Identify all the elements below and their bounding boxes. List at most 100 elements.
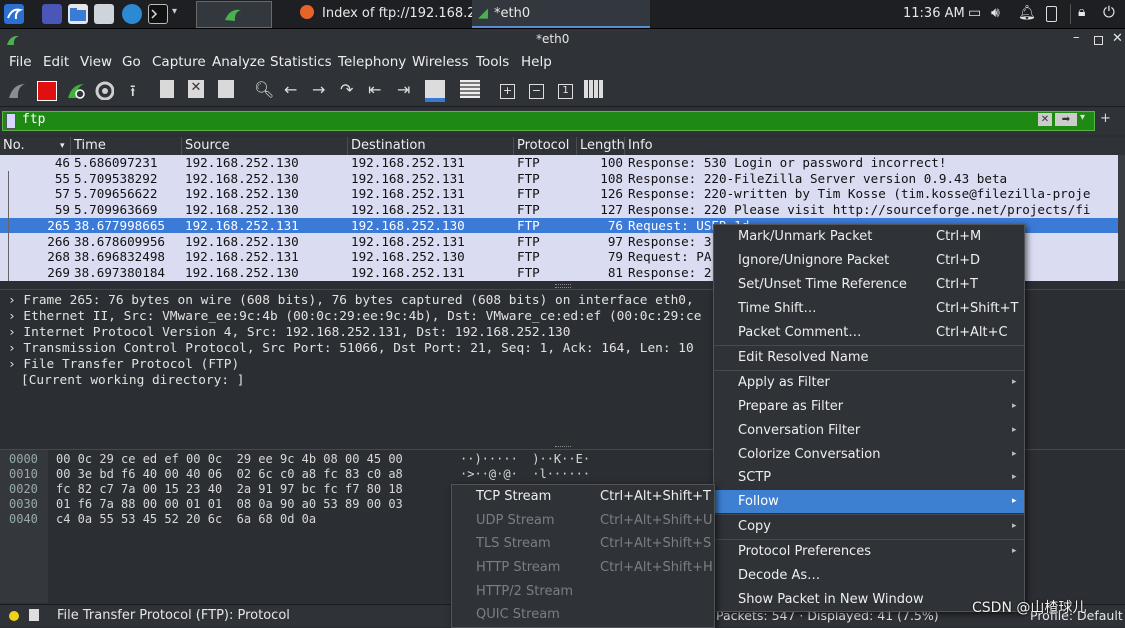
taskbar-task-wireshark[interactable]: ◢ *eth0: [472, 0, 650, 28]
display-icon[interactable]: ▭: [968, 5, 981, 21]
go-to-packet-icon[interactable]: ↷: [340, 80, 360, 100]
first-packet-icon[interactable]: ⇤: [368, 80, 388, 100]
menu-wireless[interactable]: Wireless: [412, 54, 469, 70]
hex-line[interactable]: 00 0c 29 ce ed ef 00 0c 29 ee 9c 4b 08 0…: [56, 452, 403, 467]
reload-file-icon[interactable]: [218, 80, 234, 98]
menu-item-ignore-packet[interactable]: Ignore/Unignore Packet Ctrl+D: [714, 249, 1024, 272]
restart-capture-icon[interactable]: [66, 80, 86, 100]
column-divider[interactable]: [576, 137, 577, 155]
hex-line[interactable]: 01 f6 7a 88 00 00 01 01 08 0a 90 a0 53 8…: [56, 497, 403, 512]
menu-telephony[interactable]: Telephony: [338, 54, 406, 70]
expand-arrow-icon[interactable]: ›: [8, 325, 23, 340]
menu-item-copy[interactable]: Copy ▸: [714, 515, 1024, 538]
menu-item-edit-resolved-name[interactable]: Edit Resolved Name: [714, 346, 1024, 369]
submenu-item-quic-stream[interactable]: QUIC Stream: [452, 603, 714, 626]
go-back-arrow-icon[interactable]: ←: [284, 80, 304, 100]
terminal-icon[interactable]: [148, 4, 168, 24]
detail-tree-item-ftp[interactable]: › File Transfer Protocol (FTP): [8, 357, 239, 373]
lock-icon[interactable]: 🔒︎: [1078, 4, 1085, 20]
packet-row[interactable]: 46 5.686097231 192.168.252.130 192.168.2…: [0, 155, 1118, 171]
capture-options-gear-icon[interactable]: [94, 80, 114, 100]
active-wireshark-launcher[interactable]: [196, 1, 272, 28]
packet-list-scrollbar[interactable]: [1118, 155, 1125, 281]
menu-item-packet-comment[interactable]: Packet Comment… Ctrl+Alt+C: [714, 321, 1024, 344]
file-manager-icon[interactable]: [68, 4, 88, 24]
column-header-time[interactable]: Time: [74, 138, 106, 153]
menu-go[interactable]: Go: [122, 54, 141, 70]
close-file-icon[interactable]: ✕: [188, 80, 204, 98]
minimize-icon[interactable]: –: [1073, 30, 1080, 45]
go-forward-arrow-icon[interactable]: →: [312, 80, 332, 100]
pane-splitter-handle[interactable]: [555, 284, 571, 288]
expand-arrow-icon[interactable]: ›: [8, 309, 23, 324]
packet-row[interactable]: 57 5.709656622 192.168.252.130 192.168.2…: [0, 186, 1118, 202]
capture-comment-icon[interactable]: [29, 609, 39, 621]
column-header-length[interactable]: Length: [580, 138, 625, 153]
zoom-in-icon[interactable]: +: [500, 84, 515, 99]
hex-line[interactable]: fc 82 c7 7a 00 15 23 40 2a 91 97 bc fc f…: [56, 482, 403, 497]
autoscroll-icon[interactable]: [425, 80, 445, 102]
menu-analyze[interactable]: Analyze: [212, 54, 265, 70]
column-header-destination[interactable]: Destination: [351, 138, 426, 153]
hex-line[interactable]: 00 3e bd f6 40 00 40 06 02 6c c0 a8 fc 8…: [56, 467, 403, 482]
menu-item-prepare-as-filter[interactable]: Prepare as Filter ▸: [714, 395, 1024, 418]
submenu-item-http2-stream[interactable]: HTTP/2 Stream: [452, 580, 714, 603]
menu-item-protocol-preferences[interactable]: Protocol Preferences ▸: [714, 540, 1024, 563]
detail-tree-item-tcp[interactable]: › Transmission Control Protocol, Src Por…: [8, 341, 694, 357]
submenu-item-http-stream[interactable]: HTTP Stream Ctrl+Alt+Shift+H: [452, 556, 714, 579]
column-divider[interactable]: [70, 137, 71, 155]
column-divider[interactable]: [624, 137, 625, 155]
display-filter-input[interactable]: [2, 111, 1095, 131]
clear-filter-icon[interactable]: ✕: [1038, 113, 1052, 126]
maximize-icon[interactable]: [1094, 36, 1103, 45]
text-editor-icon[interactable]: [94, 4, 114, 24]
open-file-icon[interactable]: ⭱: [130, 80, 150, 100]
packet-row[interactable]: 59 5.709963669 192.168.252.130 192.168.2…: [0, 202, 1118, 218]
browser-icon[interactable]: [122, 4, 142, 24]
menu-statistics[interactable]: Statistics: [270, 54, 332, 70]
expand-arrow-icon[interactable]: ›: [8, 341, 23, 356]
column-header-protocol[interactable]: Protocol: [517, 138, 569, 153]
column-header-no[interactable]: No.: [3, 138, 25, 153]
menu-edit[interactable]: Edit: [43, 54, 69, 70]
colorize-icon[interactable]: [460, 80, 480, 98]
column-divider[interactable]: [347, 137, 348, 155]
submenu-item-tls-stream[interactable]: TLS Stream Ctrl+Alt+Shift+S: [452, 532, 714, 555]
zoom-out-icon[interactable]: −: [529, 84, 544, 99]
column-header-source[interactable]: Source: [185, 138, 230, 153]
menu-item-colorize-conversation[interactable]: Colorize Conversation ▸: [714, 443, 1024, 466]
filter-bookmark-icon[interactable]: [6, 113, 16, 129]
menu-item-mark-packet[interactable]: Mark/Unmark Packet Ctrl+M: [714, 225, 1024, 248]
expert-info-icon[interactable]: [9, 611, 19, 621]
volume-icon[interactable]: 🔊︎: [991, 5, 1000, 21]
power-icon[interactable]: ⏻: [1103, 3, 1115, 21]
start-capture-icon[interactable]: [7, 80, 27, 100]
find-packet-search-icon[interactable]: 🔍︎: [254, 80, 274, 100]
apply-filter-arrow-icon[interactable]: ➡: [1055, 113, 1077, 126]
taskbar-task-firefox[interactable]: Index of ftp://192.168.25...: [300, 0, 496, 28]
ascii-line[interactable]: ··)····· )··K··E·: [460, 452, 590, 467]
menu-item-time-reference[interactable]: Set/Unset Time Reference Ctrl+T: [714, 273, 1024, 296]
column-divider[interactable]: [181, 137, 182, 155]
submenu-item-tcp-stream[interactable]: TCP Stream Ctrl+Alt+Shift+T: [452, 485, 714, 508]
menu-tools[interactable]: Tools: [476, 54, 509, 70]
close-icon[interactable]: ✕: [1112, 31, 1123, 46]
detail-tree-item-ethernet[interactable]: › Ethernet II, Src: VMware_ee:9c:4b (00:…: [8, 309, 701, 325]
workspace-icon[interactable]: [42, 4, 62, 24]
column-header-info[interactable]: Info: [628, 138, 653, 153]
notification-bell-icon[interactable]: 🔔︎: [1018, 5, 1036, 21]
detail-tree-item-frame[interactable]: › Frame 265: 76 bytes on wire (608 bits)…: [8, 293, 694, 309]
last-packet-icon[interactable]: ⇥: [397, 80, 417, 100]
menu-item-follow[interactable]: Follow ▸: [714, 490, 1024, 513]
hex-line[interactable]: c4 0a 55 53 45 52 20 6c 6a 68 0d 0a: [56, 512, 316, 527]
filter-history-chevron-icon[interactable]: ▾: [1080, 112, 1085, 123]
menu-help[interactable]: Help: [521, 54, 552, 70]
menu-capture[interactable]: Capture: [152, 54, 206, 70]
column-divider[interactable]: [513, 137, 514, 155]
menu-file[interactable]: File: [9, 54, 32, 70]
expand-arrow-icon[interactable]: ›: [8, 357, 23, 372]
submenu-item-udp-stream[interactable]: UDP Stream Ctrl+Alt+Shift+U: [452, 509, 714, 532]
menu-item-time-shift[interactable]: Time Shift… Ctrl+Shift+T: [714, 297, 1024, 320]
ascii-line[interactable]: ·>··@·@· ·l······: [460, 467, 590, 482]
menu-item-apply-as-filter[interactable]: Apply as Filter ▸: [714, 371, 1024, 394]
